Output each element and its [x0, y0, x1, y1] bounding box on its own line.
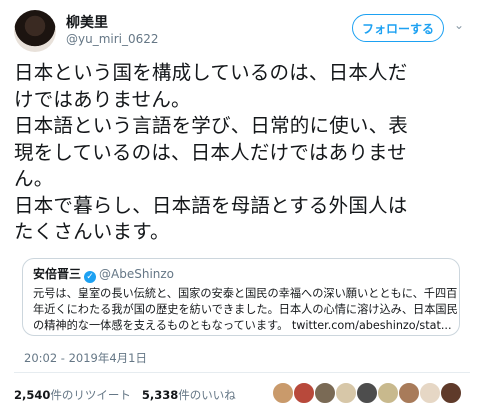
tweet-line: 日本という国を構成しているのは、日本人だ	[14, 61, 408, 84]
tweet-line: 日本語という言語を学び、日常的に使い、表	[14, 114, 409, 137]
quoted-tweet[interactable]: 安倍晋三 ✓ @AbeShinzo 元号は、皇室の長い伝統と、国家の安泰と国民の幸福…	[22, 258, 460, 336]
liker-avatar[interactable]	[440, 382, 462, 404]
quoted-tweet-text: 元号は、皇室の長い伝統と、国家の安泰と国民の幸福への深い願いとともに、千四百 年…	[33, 286, 458, 334]
likes-label: 件のいいね	[178, 388, 236, 402]
retweets-stat[interactable]: 2,540件のリツイート	[14, 388, 131, 402]
quoted-user-name: 安倍晋三	[33, 267, 82, 281]
likes-stat[interactable]: 5,338件のいいね	[142, 388, 236, 402]
follow-button[interactable]: フォローする	[352, 14, 444, 42]
user-handle[interactable]: @yu_miri_0622	[66, 32, 159, 46]
liker-avatar[interactable]	[356, 382, 378, 404]
tweet-line: たくさんいます。	[14, 220, 170, 243]
liker-avatar[interactable]	[314, 382, 336, 404]
chevron-down-icon[interactable]: ⌄	[452, 18, 466, 32]
quoted-line: の精神的な一体感を支えるものともなっています。 twitter.com/abes…	[33, 319, 452, 332]
tweet-text: 日本という国を構成しているのは、日本人だ けではありません。 日本語という言語を…	[14, 60, 470, 246]
verified-badge-icon: ✓	[84, 271, 97, 283]
retweets-count: 2,540	[14, 388, 51, 402]
tweet-timestamp[interactable]: 20:02 - 2019年4月1日	[24, 350, 147, 366]
liker-avatar[interactable]	[377, 382, 399, 404]
quoted-line: 年近くにわたる我が国の歴史を紡いできました。日本人の心情に溶け込み、日本国民	[33, 303, 458, 316]
liker-avatar[interactable]	[398, 382, 420, 404]
tweet-line: 現をしているのは、日本人だけではありませ	[14, 140, 407, 164]
tweet-stats: 2,540件のリツイート 5,338件のいいね	[14, 387, 236, 403]
user-name[interactable]: 柳美里	[66, 12, 108, 32]
likes-count: 5,338	[141, 388, 179, 402]
tweet-line: けではありません。	[14, 87, 191, 111]
liker-avatar[interactable]	[272, 382, 294, 404]
liker-avatar[interactable]	[335, 382, 357, 404]
liker-avatar[interactable]	[419, 382, 441, 404]
tweet-header: 柳美里 @yu_miri_0622 フォローする ⌄	[14, 8, 466, 52]
tweet-line: 日本で暮らし、日本語を母語とする外国人は	[14, 193, 408, 217]
quoted-tweet-header: 安倍晋三 ✓ @AbeShinzo	[33, 266, 449, 283]
avatar[interactable]	[14, 10, 56, 52]
retweets-label: 件のリツイート	[50, 388, 131, 402]
liker-avatar[interactable]	[293, 382, 315, 404]
quoted-user-handle: @AbeShinzo	[99, 267, 175, 281]
tweet-line: ん。	[14, 167, 54, 190]
quoted-line: 元号は、皇室の長い伝統と、国家の安泰と国民の幸福への深い願いとともに、千四百	[33, 287, 458, 300]
divider	[14, 372, 470, 373]
